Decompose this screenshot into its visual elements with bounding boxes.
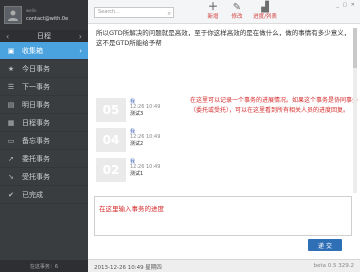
sidebar-item-0[interactable]: ▣ 收集箱 › (0, 42, 88, 60)
new-button[interactable]: ＋ 新增 (202, 2, 224, 22)
folder-icon: ▭ (7, 136, 15, 145)
avatar[interactable] (4, 6, 22, 24)
status-bar: 2013-12-26 10:49 星期四 beta 0.5 329.2 (88, 259, 360, 272)
record-number: 05 (96, 98, 126, 122)
profile: welin contact@with.0e (0, 0, 88, 30)
search-icon[interactable]: ⌕ (168, 9, 171, 18)
receive-icon: ➘ (8, 172, 14, 181)
sidebar: welin contact@with.0e ‹ 日程 › ▣ 收集箱 › ★ 今日事务 ☰… (0, 0, 88, 272)
edit-button[interactable]: ✎ 修改 (226, 2, 248, 22)
sidebar-item-label: 明日事务 (22, 100, 50, 109)
calendar-icon: ▤ (7, 100, 15, 109)
inbox-icon: ▣ (7, 46, 15, 55)
sidebar-item-8[interactable]: ✔ 已完成 (0, 186, 88, 204)
record-number: 04 (96, 128, 126, 152)
profile-small-text: welin (26, 8, 37, 13)
chevron-right-icon[interactable]: › (79, 32, 82, 41)
search-placeholder: Search... (98, 9, 120, 15)
status-datetime: 2013-12-26 10:49 星期四 (94, 265, 162, 271)
sidebar-item-4[interactable]: ▦ 日程事务 (0, 114, 88, 132)
progress-label: 进度/列表 (253, 14, 277, 20)
pencil-icon: ✎ (232, 2, 242, 13)
scrollbar[interactable] (353, 28, 357, 193)
progress-input[interactable]: 在这里输入事务的进度 (94, 196, 352, 236)
sidebar-item-7[interactable]: ➘ 受托事务 (0, 168, 88, 186)
progress-record: 02 我 12:26 10:49 测试1 (96, 158, 176, 190)
window-controls[interactable]: _ ▢ ✕ (336, 2, 356, 8)
progress-record: 04 我 12:26 10:49 测试2 (96, 128, 176, 160)
nav-header-title: 日程 (37, 32, 51, 40)
chevron-left-icon[interactable]: ‹ (6, 32, 9, 41)
progress-input-placeholder: 在这里输入事务的进度 (99, 205, 164, 213)
annotation: 在这里可以记录一个事务的进展情况。如果这个事务是协同事务（委托或受托），可以在这… (190, 97, 359, 114)
search-input[interactable]: Search... ⌕ (94, 7, 174, 18)
progress-record: 05 我 12:26 10:49 测试3 (96, 98, 176, 130)
sidebar-item-6[interactable]: ➚ 委托事务 (0, 150, 88, 168)
sidebar-item-label: 备忘事务 (22, 136, 50, 145)
sidebar-item-label: 日程事务 (22, 118, 50, 127)
sidebar-item-label: 收集箱 (22, 46, 43, 55)
progress-button[interactable]: ▟ 进度/列表 (250, 2, 280, 22)
star-icon: ★ (7, 64, 15, 73)
scrollbar-thumb[interactable] (353, 28, 357, 68)
chevron-right-icon: › (79, 46, 82, 55)
sidebar-item-3[interactable]: ▤ 明日事务 (0, 96, 88, 114)
record-number: 02 (96, 158, 126, 182)
sidebar-item-label: 已完成 (22, 190, 43, 199)
edit-label: 修改 (231, 14, 243, 20)
record-content: 测试2 (130, 141, 144, 147)
sidebar-item-1[interactable]: ★ 今日事务 (0, 60, 88, 78)
record-content: 测试3 (130, 111, 144, 117)
profile-user: contact@with.0e (26, 16, 69, 22)
nav-header: ‹ 日程 › (0, 30, 88, 42)
user-icon (8, 10, 18, 21)
sidebar-footer: 在这事务：6 (0, 260, 88, 272)
calendar-grid-icon: ▦ (7, 118, 15, 127)
sidebar-item-5[interactable]: ▭ 备忘事务 (0, 132, 88, 150)
task-question: 所以GTD所解决的问题就是高效，至于你这样高效的是在做什么，做的事情有多少意义，… (96, 29, 351, 47)
sidebar-item-2[interactable]: ☰ 下一事务 (0, 78, 88, 96)
sidebar-item-label: 委托事务 (22, 154, 50, 163)
toolbar: Search... ⌕ ＋ 新增 ✎ 修改 ▟ 进度/列表 _ ▢ ✕ (88, 0, 360, 24)
record-content: 测试1 (130, 171, 144, 177)
status-version: beta 0.5 329.2 (313, 263, 354, 269)
list-icon: ☰ (7, 82, 15, 91)
new-label: 新增 (207, 14, 219, 20)
plus-icon: ＋ (208, 2, 218, 13)
bar-chart-icon: ▟ (261, 2, 269, 13)
sidebar-item-label: 下一事务 (22, 82, 50, 91)
submit-button[interactable]: 递 交 (308, 239, 342, 251)
sidebar-item-label: 受托事务 (22, 172, 50, 181)
sidebar-item-label: 今日事务 (22, 64, 50, 73)
check-icon: ✔ (8, 190, 14, 199)
delegate-icon: ➚ (8, 154, 14, 163)
